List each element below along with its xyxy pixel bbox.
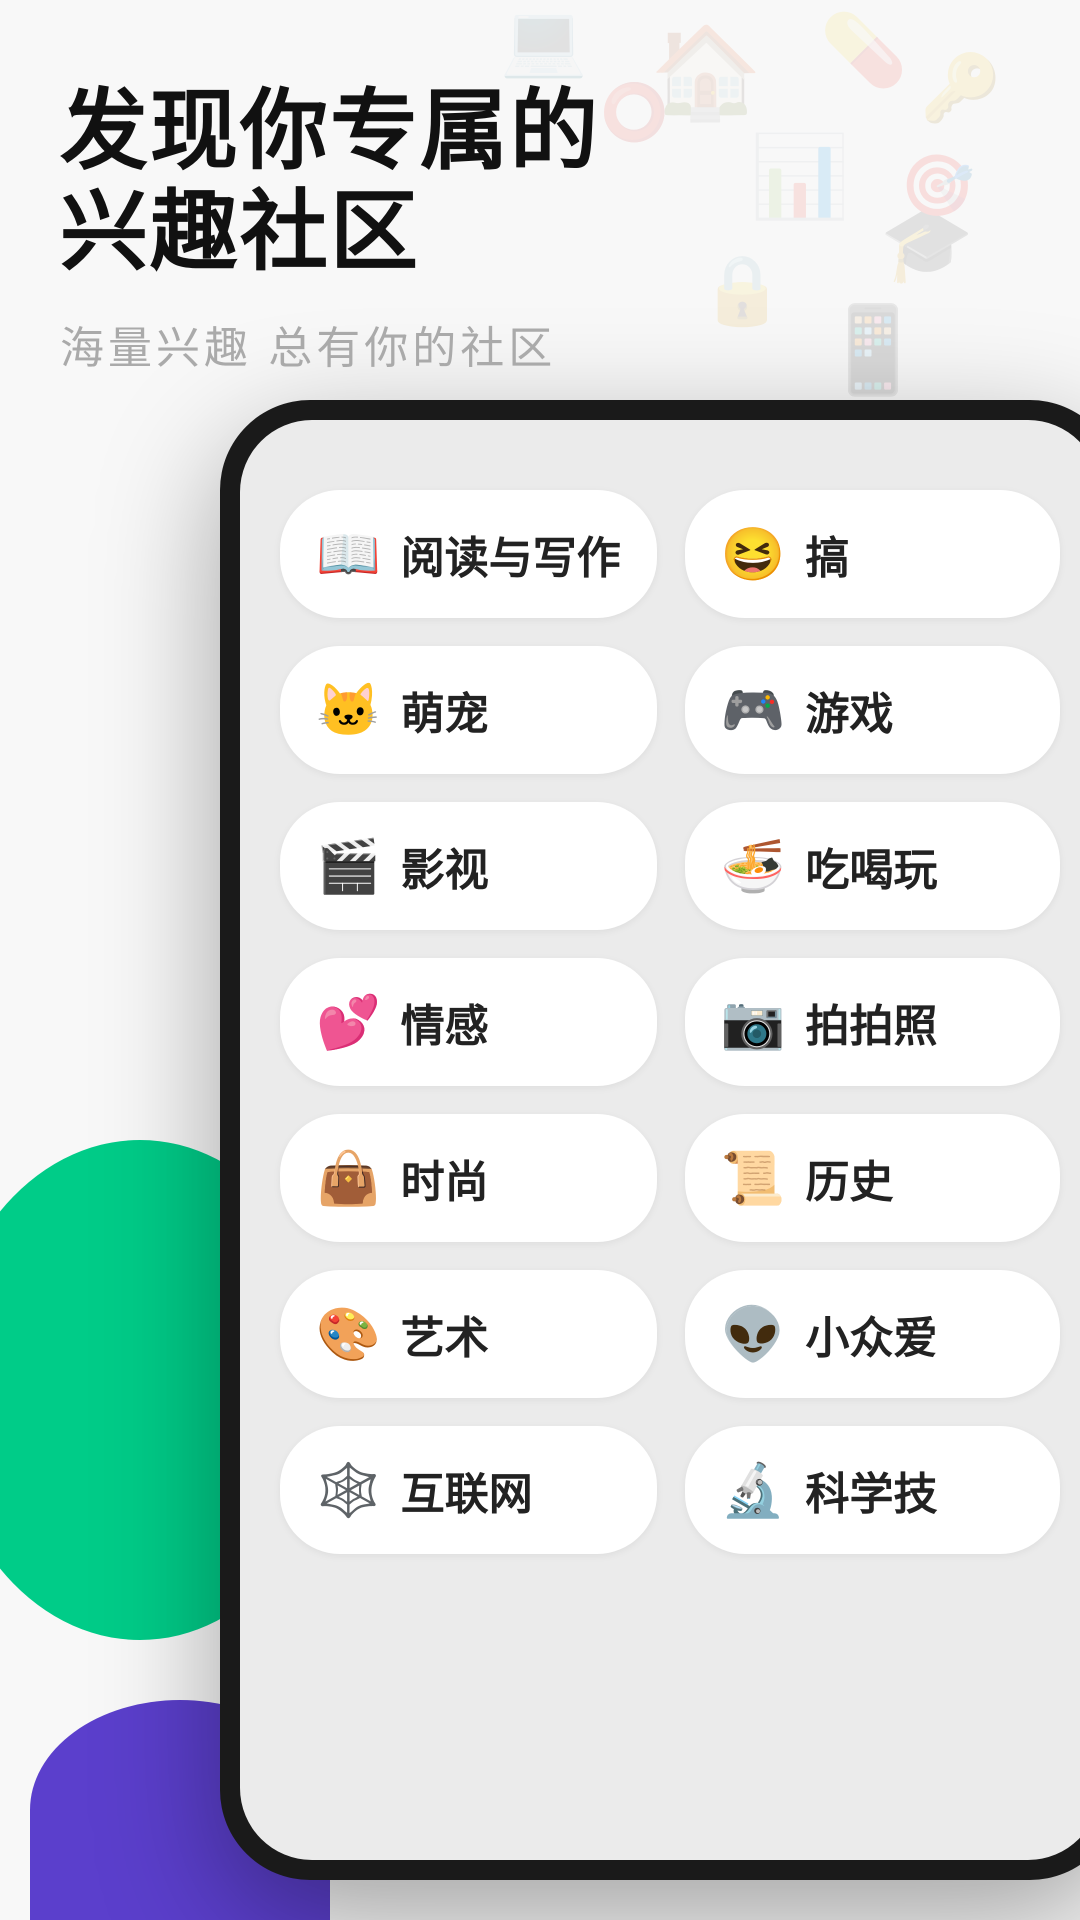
category-movies[interactable]: 🎬 影视 xyxy=(280,802,657,930)
photo-label: 拍拍照 xyxy=(806,990,938,1054)
phone-frame: 📖 阅读与写作 😆 搞 🐱 萌宠 🎮 游戏 🎬 xyxy=(220,400,1080,1880)
funny-label: 搞 xyxy=(806,522,850,586)
food-label: 吃喝玩 xyxy=(806,834,938,898)
sub-title: 海量兴趣 总有你的社区 xyxy=(60,312,600,376)
main-title: 发现你专属的 兴趣社区 xyxy=(60,80,600,282)
header-area: 发现你专属的 兴趣社区 海量兴趣 总有你的社区 xyxy=(60,80,600,376)
niche-emoji: 👽 xyxy=(721,1304,786,1365)
category-emotion[interactable]: 💕 情感 xyxy=(280,958,657,1086)
food-emoji: 🍜 xyxy=(721,836,786,897)
category-reading[interactable]: 📖 阅读与写作 xyxy=(280,490,657,618)
movies-emoji: 🎬 xyxy=(316,836,381,897)
category-science[interactable]: 🔬 科学技 xyxy=(685,1426,1060,1554)
category-funny[interactable]: 😆 搞 xyxy=(685,490,1060,618)
fashion-label: 时尚 xyxy=(401,1146,489,1210)
pets-label: 萌宠 xyxy=(401,678,489,742)
games-emoji: 🎮 xyxy=(721,680,786,741)
photo-emoji: 📷 xyxy=(721,992,786,1053)
science-label: 科学技 xyxy=(806,1458,938,1522)
category-art[interactable]: 🎨 艺术 xyxy=(280,1270,657,1398)
science-emoji: 🔬 xyxy=(721,1460,786,1521)
fashion-emoji: 👜 xyxy=(316,1148,381,1209)
category-history[interactable]: 📜 历史 xyxy=(685,1114,1060,1242)
history-emoji: 📜 xyxy=(721,1148,786,1209)
internet-emoji: 🕸️ xyxy=(316,1460,381,1521)
reading-label: 阅读与写作 xyxy=(401,522,621,586)
category-food[interactable]: 🍜 吃喝玩 xyxy=(685,802,1060,930)
emotion-label: 情感 xyxy=(401,990,489,1054)
category-games[interactable]: 🎮 游戏 xyxy=(685,646,1060,774)
phone-mockup: 📖 阅读与写作 😆 搞 🐱 萌宠 🎮 游戏 🎬 xyxy=(220,400,1080,1880)
history-label: 历史 xyxy=(806,1146,894,1210)
art-emoji: 🎨 xyxy=(316,1304,381,1365)
emotion-emoji: 💕 xyxy=(316,992,381,1053)
categories-grid: 📖 阅读与写作 😆 搞 🐱 萌宠 🎮 游戏 🎬 xyxy=(280,470,1060,1554)
internet-label: 互联网 xyxy=(401,1458,533,1522)
category-pets[interactable]: 🐱 萌宠 xyxy=(280,646,657,774)
phone-screen: 📖 阅读与写作 😆 搞 🐱 萌宠 🎮 游戏 🎬 xyxy=(240,420,1080,1860)
category-photo[interactable]: 📷 拍拍照 xyxy=(685,958,1060,1086)
category-niche[interactable]: 👽 小众爱 xyxy=(685,1270,1060,1398)
pets-emoji: 🐱 xyxy=(316,680,381,741)
reading-emoji: 📖 xyxy=(316,524,381,585)
niche-label: 小众爱 xyxy=(806,1302,938,1366)
art-label: 艺术 xyxy=(401,1302,489,1366)
category-internet[interactable]: 🕸️ 互联网 xyxy=(280,1426,657,1554)
games-label: 游戏 xyxy=(806,678,894,742)
category-fashion[interactable]: 👜 时尚 xyxy=(280,1114,657,1242)
funny-emoji: 😆 xyxy=(721,524,786,585)
movies-label: 影视 xyxy=(401,834,489,898)
